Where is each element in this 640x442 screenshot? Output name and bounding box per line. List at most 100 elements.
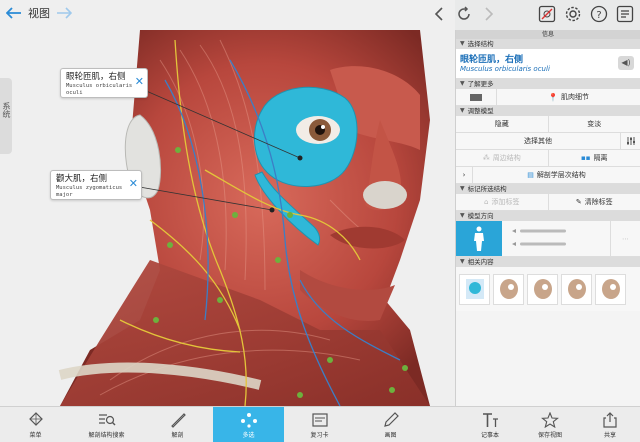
info-panel: 信息 ▼ 选择结构 眼轮匝肌，右侧 Musculus orbicularis o…	[455, 30, 640, 406]
dissect-button[interactable]: 解剖	[142, 407, 213, 442]
collapse-triangle-icon: ▼	[460, 185, 465, 192]
related-thumbnail[interactable]	[595, 273, 626, 305]
selected-latin: Musculus orbicularis oculi	[460, 65, 550, 73]
standing-body-icon	[474, 226, 484, 251]
top-right-controls: ?	[430, 0, 640, 28]
related-thumbnail[interactable]	[459, 273, 490, 305]
orientation-lying-options	[502, 221, 610, 256]
app-root: 视图 系统 眼轮匝肌，右侧 Musculus orbicularis oculi…	[0, 0, 640, 442]
scalpel-icon	[170, 412, 186, 428]
related-thumbnail[interactable]	[493, 273, 524, 305]
prone-body-icon[interactable]	[510, 240, 610, 250]
multi-select-icon	[240, 412, 257, 428]
callout-latin: Musculus orbicularis oculi	[66, 83, 133, 96]
menu-button[interactable]: 菜单	[0, 407, 71, 442]
card-icon	[311, 412, 328, 427]
collapse-triangle-icon: ▼	[460, 258, 465, 265]
multi-select-button[interactable]: 多选	[213, 407, 284, 442]
anatomy-model[interactable]	[0, 0, 455, 406]
select-other-button[interactable]: 选择其他	[456, 133, 620, 149]
scene-icon[interactable]	[538, 5, 556, 23]
section-select-structure[interactable]: ▼ 选择结构	[456, 39, 640, 49]
save-view-button[interactable]: 保存视图	[520, 407, 580, 442]
collapse-triangle-icon: ▼	[460, 80, 465, 87]
view-label[interactable]: 视图	[28, 5, 50, 21]
pencil-icon	[383, 411, 399, 427]
callout-name: 颧大肌，右侧	[56, 174, 108, 184]
section-model-orientation[interactable]: ▼ 模型方向	[456, 211, 640, 221]
select-other-row: 选择其他	[456, 133, 640, 150]
fade-button[interactable]: 变淡	[547, 116, 640, 132]
selected-name: 眼轮匝肌，右侧	[460, 55, 524, 65]
gear-icon[interactable]	[564, 5, 582, 23]
selected-structure: 眼轮匝肌，右侧 Musculus orbicularis oculi ◀)	[456, 49, 640, 79]
add-tag-button[interactable]: ⌂ 添加标签	[456, 194, 548, 210]
isolate-button[interactable]: ▪▪ 隔离	[547, 150, 640, 166]
related-thumbnail[interactable]	[561, 273, 592, 305]
chevron-left-icon[interactable]	[434, 7, 444, 21]
tag-row: ⌂ 添加标签 ✎ 清除标签	[456, 194, 640, 211]
view-controls: 视图	[6, 5, 72, 21]
close-icon[interactable]: ✕	[135, 75, 144, 88]
speaker-icon[interactable]: ◀)	[618, 56, 634, 70]
orientation-standing-button[interactable]	[456, 221, 502, 256]
muscle-pin-icon: 📍	[548, 92, 558, 102]
flashcard-button[interactable]: 复习卡	[284, 407, 355, 442]
label-callout[interactable]: 眼轮匝肌，右侧 Musculus orbicularis oculi ✕	[60, 68, 148, 98]
layers-icon: ▤	[527, 171, 534, 179]
section-learn-more[interactable]: ▼ 了解更多	[456, 79, 640, 89]
close-icon[interactable]: ✕	[129, 177, 138, 190]
hide-button[interactable]: 隐藏	[456, 116, 548, 132]
redo-arrow-icon[interactable]	[56, 7, 72, 19]
svg-text:?: ?	[596, 10, 601, 21]
anatomy-layers-button: ▤ 解剖学层次结构	[472, 167, 640, 183]
collapse-triangle-icon: ▼	[460, 107, 465, 114]
section-adjust-model[interactable]: ▼ 调整模型	[456, 106, 640, 116]
tag-icon: ⌂	[484, 198, 489, 206]
anatomy-layers-row[interactable]: › ▤ 解剖学层次结构	[456, 167, 640, 184]
panel-header: 信息	[456, 30, 640, 39]
section-related[interactable]: ▼ 相关内容	[456, 257, 640, 267]
nearby-structures-button[interactable]: ⁂ 周边结构	[456, 150, 548, 166]
related-thumbnail[interactable]	[527, 273, 558, 305]
anatomy-viewport[interactable]: 视图 系统 眼轮匝肌，右侧 Musculus orbicularis oculi…	[0, 0, 455, 406]
draw-button[interactable]: 画图	[355, 407, 426, 442]
list-search-icon	[98, 413, 115, 425]
muscle-details-button[interactable]: 📍 肌肉细节	[496, 89, 640, 105]
supine-body-icon[interactable]	[510, 227, 610, 237]
star-icon	[541, 411, 559, 428]
nearby-icon: ⁂	[482, 154, 490, 162]
callout-name: 眼轮匝肌，右侧	[66, 72, 126, 82]
share-icon	[603, 411, 617, 428]
structure-search-button[interactable]: 解剖结构搜索	[71, 407, 142, 442]
systems-side-tab[interactable]: 系统	[0, 78, 12, 154]
nearby-isolate-row: ⁂ 周边结构 ▪▪ 隔离	[456, 150, 640, 167]
clear-tags-button[interactable]: ✎ 清除标签	[547, 194, 640, 210]
share-button[interactable]: 共享	[580, 407, 640, 442]
notepad-button[interactable]: 记事本	[460, 407, 520, 442]
book-icon[interactable]	[456, 89, 496, 105]
orientation-more-icon[interactable]: ⋯	[610, 221, 640, 256]
label-callout[interactable]: 颧大肌，右侧 Musculus zygomaticus major ✕	[50, 170, 142, 200]
callout-latin: Musculus zygomaticus major	[56, 185, 123, 198]
bottom-toolbar: 菜单 解剖结构搜索 解剖 多选 复习卡 画图 记事本 保存视图 共享	[0, 406, 640, 442]
sliders-icon[interactable]	[620, 133, 640, 149]
orientation-row: ⋯	[456, 221, 640, 257]
grid-icon	[28, 411, 43, 426]
help-icon[interactable]: ?	[590, 5, 608, 23]
text-icon	[483, 412, 498, 427]
learn-more-row: 📍 肌肉细节	[456, 89, 640, 106]
reset-icon[interactable]	[456, 6, 472, 22]
related-thumbnails	[456, 267, 640, 311]
isolate-icon: ▪▪	[581, 154, 591, 162]
hide-fade-row: 隐藏 变淡	[456, 116, 640, 133]
chevron-right-icon: ›	[462, 171, 466, 179]
chevron-right-icon[interactable]	[484, 7, 494, 21]
section-tag-structure[interactable]: ▼ 标记所选结构	[456, 184, 640, 194]
back-arrow-icon[interactable]	[6, 7, 22, 19]
eraser-icon: ✎	[575, 198, 582, 206]
side-tab-label: 系统	[2, 102, 11, 118]
info-panel-icon[interactable]	[616, 5, 634, 23]
collapse-triangle-icon: ▼	[460, 40, 465, 47]
